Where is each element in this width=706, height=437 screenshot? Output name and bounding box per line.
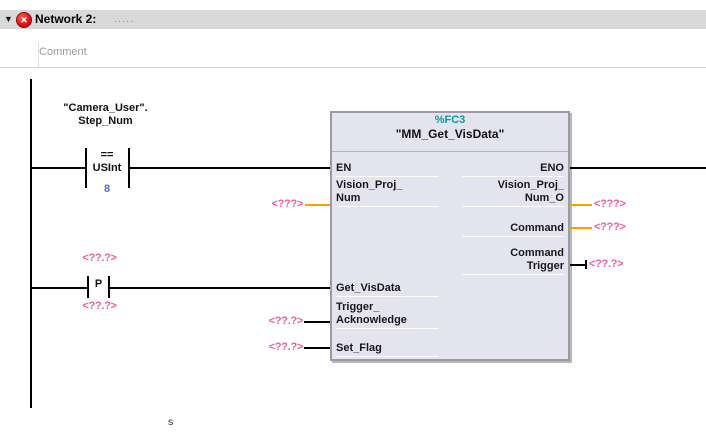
contact1-operand[interactable]: "Camera_User". Step_Num	[28, 102, 183, 128]
contact2-edge-memory-placeholder[interactable]: <??.?>	[62, 300, 137, 313]
operand-vision-proj-num-placeholder[interactable]: <???>	[253, 198, 303, 211]
operand-command-placeholder[interactable]: <???>	[594, 221, 644, 234]
fb-address: %FC3	[434, 114, 466, 126]
fb-title-separator	[332, 151, 568, 152]
contact1-operator[interactable]: ==	[86, 149, 128, 162]
wire-rail-to-contact2	[31, 287, 87, 289]
collapse-triangle-icon[interactable]: ▼	[4, 13, 13, 25]
pin-vision-proj-num-line1: Vision_Proj_	[336, 179, 403, 191]
contact1-operand-line1: "Camera_User".	[63, 102, 148, 114]
contact1-compare-value[interactable]: 8	[86, 183, 128, 196]
operand-trigger-acknowledge-placeholder[interactable]: <??.?>	[253, 315, 304, 328]
pin-trigger-acknowledge: Trigger_ Acknowledge	[336, 301, 438, 329]
contact1-datatype[interactable]: USInt	[86, 162, 128, 175]
wire-command-trigger-out	[570, 264, 586, 266]
network-error-icon: ✕	[16, 12, 32, 28]
pin-command-trigger: Command Trigger	[462, 247, 564, 275]
comment-field[interactable]: Comment	[39, 46, 87, 59]
operand-vision-proj-num-o-placeholder[interactable]: <???>	[594, 198, 644, 211]
operand-set-flag-placeholder[interactable]: <??.?>	[253, 341, 304, 354]
pin-vision-proj-num-o-line2: Num_O	[524, 192, 564, 204]
wire-set-flag	[304, 347, 330, 349]
pin-eno: ENO	[462, 162, 564, 177]
wire-contact2-to-block	[110, 287, 330, 289]
pin-en: EN	[336, 162, 438, 177]
error-x-glyph: ✕	[20, 14, 28, 25]
pin-vision-proj-num-o-line1: Vision_Proj_	[497, 179, 564, 191]
contact1-operand-line2: Step_Num	[78, 115, 133, 127]
network-title[interactable]: Network 2:	[35, 12, 96, 27]
pin-trigger-acknowledge-line2: Acknowledge	[336, 314, 407, 326]
fb-block-mm-get-visdata[interactable]: %FC3 "MM_Get_VisData" EN Vision_Proj_ Nu…	[330, 111, 570, 361]
network-header[interactable]: ▼ ✕ Network 2: .....	[0, 10, 706, 29]
pin-trigger-acknowledge-line1: Trigger_	[336, 301, 380, 313]
pin-command-trigger-line1: Command	[510, 247, 564, 259]
fb-name[interactable]: "MM_Get_VisData"	[332, 127, 568, 141]
power-rail	[30, 79, 32, 408]
wire-rail-to-contact1	[31, 167, 85, 169]
wire-trigger-acknowledge	[304, 321, 330, 323]
wire-command-out	[570, 227, 592, 229]
pin-vision-proj-num-line2: Num	[336, 192, 361, 204]
stray-text: s	[168, 416, 174, 428]
comment-divider	[0, 67, 706, 68]
contact2-operand-placeholder[interactable]: <??.?>	[62, 252, 137, 265]
wire-vision-proj-num-o	[570, 204, 592, 206]
pin-get-visdata: Get_VisData	[336, 282, 438, 297]
pin-vision-proj-num-o: Vision_Proj_ Num_O	[462, 179, 564, 207]
wire-eno-out	[570, 167, 706, 169]
network-title-placeholder[interactable]: .....	[114, 13, 134, 26]
operand-command-trigger-placeholder[interactable]: <??.?>	[589, 258, 639, 271]
wire-contact1-to-block-en	[130, 167, 330, 169]
pin-vision-proj-num: Vision_Proj_ Num	[336, 179, 438, 207]
wire-vision-proj-num	[305, 204, 330, 206]
contact2-p-label[interactable]: P	[87, 278, 110, 291]
ladder-editor-canvas: ▼ ✕ Network 2: ..... Comment "Camera_Use…	[0, 0, 706, 437]
pin-set-flag: Set_Flag	[336, 342, 438, 357]
pin-command-trigger-line2: Trigger	[526, 260, 564, 272]
pin-command: Command	[462, 222, 564, 237]
wire-command-trigger-terminal-tick	[585, 260, 587, 269]
